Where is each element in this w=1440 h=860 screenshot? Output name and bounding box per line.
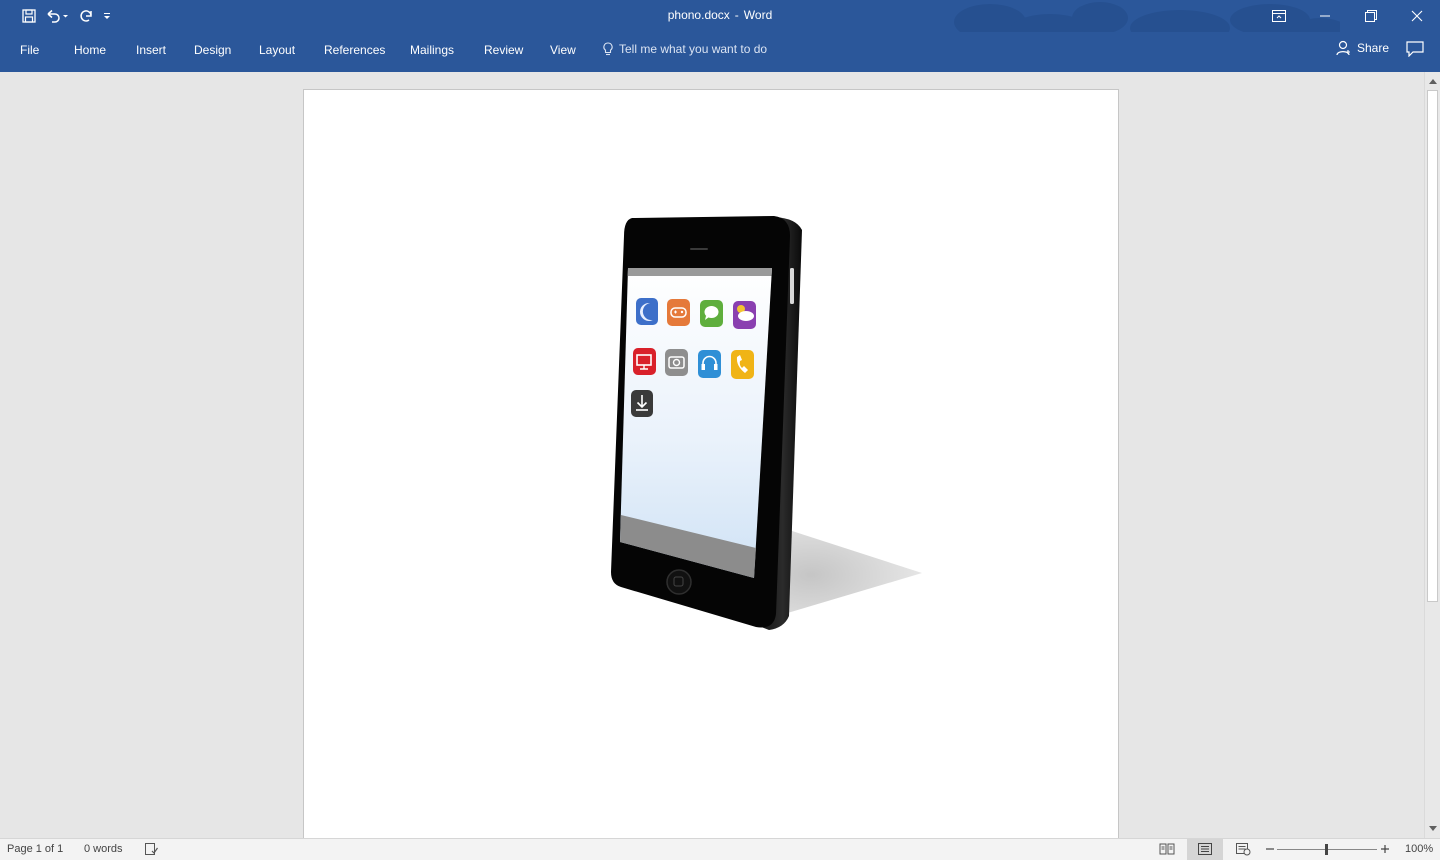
minimize-icon	[1320, 15, 1330, 17]
title-separator: -	[734, 8, 739, 22]
document-canvas[interactable]	[0, 72, 1424, 838]
zoom-in-icon[interactable]	[1380, 844, 1390, 854]
document-page[interactable]	[303, 89, 1119, 838]
tab-view[interactable]: View	[550, 43, 576, 57]
weather-app-icon[interactable]	[733, 301, 756, 329]
chevron-down-icon	[104, 13, 110, 19]
print-layout-icon	[1198, 843, 1212, 855]
page-count[interactable]: Page 1 of 1	[7, 843, 63, 855]
phone-side-button	[790, 268, 794, 304]
lightbulb-icon	[603, 42, 613, 56]
scroll-thumb[interactable]	[1427, 90, 1438, 602]
phone-speaker	[690, 248, 708, 250]
customize-qat-button[interactable]	[99, 0, 115, 32]
phone-home-button	[666, 569, 692, 595]
redo-icon	[80, 10, 92, 22]
comment-icon	[1406, 41, 1424, 58]
phone-app-icon[interactable]	[731, 350, 754, 379]
tab-layout[interactable]: Layout	[259, 43, 295, 57]
tab-mailings[interactable]: Mailings	[410, 43, 454, 57]
save-icon	[22, 9, 36, 23]
ribbon-tabs: File Home Insert Design Layout Reference…	[0, 32, 1440, 72]
camera-app-icon[interactable]	[665, 349, 688, 376]
headphones-app-icon[interactable]	[698, 350, 721, 378]
zoom-slider-thumb[interactable]	[1325, 844, 1328, 855]
restore-icon	[1365, 10, 1377, 22]
smartphone-image[interactable]	[604, 210, 924, 630]
tab-design[interactable]: Design	[194, 43, 231, 57]
scroll-down-button[interactable]	[1425, 822, 1440, 836]
close-button[interactable]	[1394, 0, 1440, 32]
word-count[interactable]: 0 words	[84, 843, 123, 855]
close-icon	[1411, 10, 1423, 22]
web-layout-icon[interactable]	[1235, 842, 1251, 856]
comments-button[interactable]	[1406, 41, 1424, 60]
tv-app-icon[interactable]	[633, 348, 656, 375]
person-icon	[1336, 40, 1350, 56]
share-label: Share	[1357, 41, 1390, 55]
undo-button[interactable]	[43, 0, 71, 32]
restore-button[interactable]	[1348, 0, 1394, 32]
read-mode-icon[interactable]	[1159, 842, 1175, 856]
moon-app-icon[interactable]	[636, 298, 658, 325]
window-controls	[1256, 0, 1440, 32]
quick-access-toolbar	[0, 0, 115, 32]
messages-app-icon[interactable]	[700, 300, 723, 327]
zoom-level[interactable]: 100%	[1405, 843, 1433, 855]
minimize-button[interactable]	[1302, 0, 1348, 32]
tab-insert[interactable]: Insert	[136, 43, 166, 57]
redo-button[interactable]	[71, 0, 99, 32]
undo-icon	[47, 9, 68, 23]
ribbon-display-icon	[1272, 10, 1286, 22]
zoom-out-icon[interactable]	[1265, 844, 1275, 854]
tab-file[interactable]: File	[20, 43, 39, 57]
arrow-up-icon	[1428, 79, 1437, 84]
download-app-icon[interactable]	[631, 390, 653, 417]
proofing-icon[interactable]	[144, 842, 158, 856]
gamepad-app-icon[interactable]	[667, 299, 690, 326]
ribbon-display-options-button[interactable]	[1256, 0, 1302, 32]
print-layout-view-button[interactable]	[1187, 839, 1223, 860]
status-bar: Page 1 of 1 0 words 100%	[0, 838, 1440, 860]
tab-references[interactable]: References	[324, 43, 385, 57]
app-name: Word	[743, 8, 773, 22]
tab-review[interactable]: Review	[484, 43, 523, 57]
share-button[interactable]: Share	[1335, 40, 1389, 56]
tell-me-search[interactable]: Tell me what you want to do	[603, 42, 767, 56]
scroll-up-button[interactable]	[1425, 74, 1440, 88]
tab-home[interactable]: Home	[74, 43, 106, 57]
save-button[interactable]	[15, 0, 43, 32]
tell-me-label: Tell me what you want to do	[619, 42, 768, 56]
title-bar: phono.docx - Word	[0, 0, 1440, 46]
document-name: phono.docx	[667, 8, 730, 22]
vertical-scrollbar[interactable]	[1424, 72, 1440, 838]
phone-status-strip	[627, 268, 772, 276]
arrow-down-icon	[1428, 826, 1437, 831]
